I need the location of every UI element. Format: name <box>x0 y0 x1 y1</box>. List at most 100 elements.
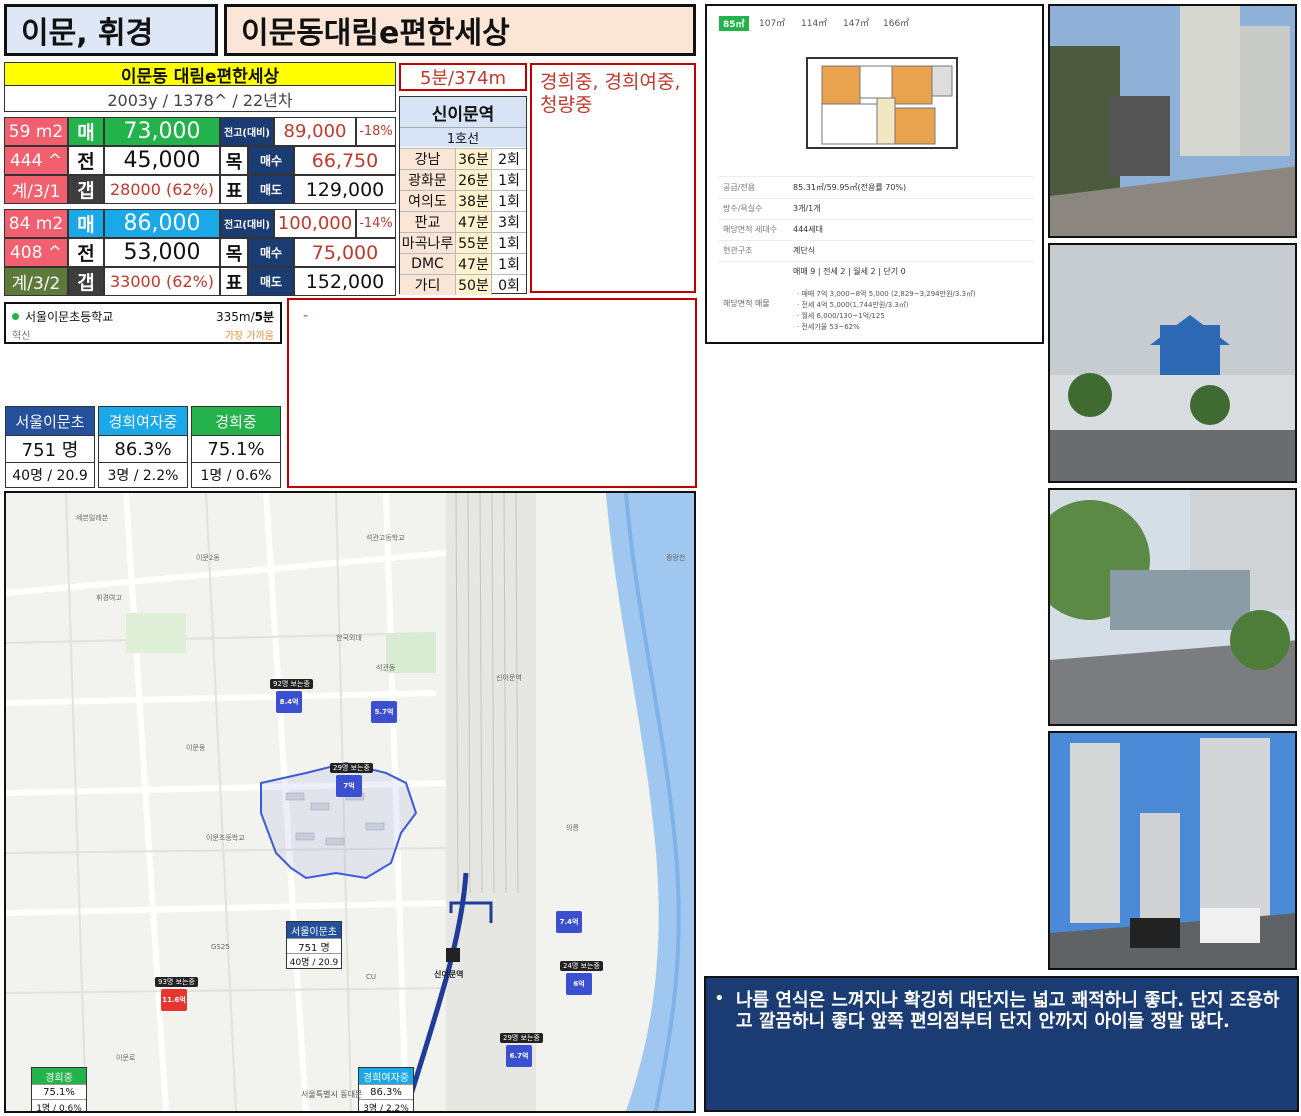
unit-peak-label: 전고(대비) <box>220 117 274 146</box>
map-panel[interactable]: 신이문역 세븐일레븐 이문2동 휘경여고 이문초등학교 석관고등학교 한국외대 … <box>4 491 696 1113</box>
unit-sale-price: 86,000 <box>104 209 220 238</box>
photo-parking-lot <box>1048 731 1297 970</box>
summary-title: 이문동 대림e편한세상 <box>4 62 396 86</box>
fp-tab[interactable]: 147㎡ <box>843 16 869 29</box>
station-time: 47분 <box>456 211 492 232</box>
unit-buy-label: 매수 <box>248 238 294 267</box>
photo-building <box>1048 243 1297 483</box>
station-dest: 강남 <box>400 148 456 169</box>
fp-listing-detail: · 전세 4억 5,000(1,744만원/3.3㎡) <box>797 301 909 309</box>
unit-buy-price: 75,000 <box>294 238 396 267</box>
unit-gap-value: 33000 (62%) <box>104 267 220 296</box>
review-text: 나름 연식은 느껴지나 확깅히 대단지는 넓고 쾌적하니 좋다. 단지 조용하고… <box>736 990 1280 1032</box>
map-place-label: 이문동 <box>186 744 206 752</box>
school-stat-card: 경희여자중 86.3% 3명 / 2.2% <box>98 406 188 488</box>
station-time: 26분 <box>456 169 492 190</box>
map-place-label: CU <box>366 973 377 981</box>
map-place-label: 이문2동 <box>196 554 220 562</box>
map-school-card[interactable]: 서울이문초 751 명 40명 / 20.9 <box>286 921 342 969</box>
map-school-detail: 40명 / 20.9 <box>287 953 341 968</box>
map-place-label: 석관고등학교 <box>366 534 405 542</box>
map-price-marker[interactable]: 8.4억 <box>276 691 302 713</box>
unit-sale_label: 매 <box>68 209 104 238</box>
fp-row-label: 현관구조 <box>723 246 753 255</box>
map-school-value: 75.1% <box>32 1084 86 1099</box>
fp-tab[interactable]: 107㎡ <box>759 16 785 29</box>
unit-peak-diff: -18% <box>356 117 396 146</box>
fp-tab[interactable]: 166㎡ <box>883 16 909 29</box>
school-stat-detail: 3명 / 2.2% <box>99 462 187 487</box>
unit-gap_label: 갭 <box>68 267 104 296</box>
fp-tab[interactable]: 85㎡ <box>719 16 749 31</box>
station-dest: 판교 <box>400 211 456 232</box>
map-marker-viewers: 29명 보는중 <box>330 763 373 773</box>
station-time: 55분 <box>456 232 492 253</box>
unit-structure: 계/3/1 <box>4 175 68 204</box>
school-stat-name: 경희여자중 <box>99 407 187 435</box>
map-school-name: 경희중 <box>32 1068 86 1084</box>
map-copyright: 서울특별시 동대문 <box>301 1090 363 1099</box>
map-school-card[interactable]: 경희여자중 86.3% 3명 / 2.2% <box>358 1067 414 1111</box>
summary-info: 2003y / 1378^ / 22년차 <box>4 86 396 112</box>
map-station-label: 신이문역 <box>434 970 464 979</box>
fp-listing-counts: 매매 9 | 전세 2 | 월세 2 | 단기 0 <box>793 267 906 276</box>
station-transfer: 1회 <box>492 169 526 190</box>
map-place-label: 이문초등학교 <box>206 834 245 842</box>
school-dot-icon <box>12 313 19 320</box>
fp-listing-detail: · 매매 7억 3,000~8억 5,000 (2,829~3,294만원/3.… <box>797 290 976 298</box>
photo-parking-entrance <box>1048 488 1297 726</box>
unit-households: 408 ^ <box>4 238 68 267</box>
unit-buy-label: 매수 <box>248 146 294 175</box>
photo-entrance <box>1048 4 1297 238</box>
fp-row-divider <box>717 219 1035 220</box>
complex-title: 이문동대림e편한세상 <box>224 4 696 56</box>
unit-size: 84 m2 <box>4 209 68 238</box>
fp-row-divider <box>717 261 1035 262</box>
map-place-label: 의릉 <box>566 824 579 832</box>
school-stat-value: 75.1% <box>192 435 280 462</box>
station-dest: 가디 <box>400 274 456 295</box>
unit-peak-price: 100,000 <box>274 209 356 238</box>
unit-jeonse-price: 45,000 <box>104 146 220 175</box>
map-price-marker[interactable]: 6.7억 <box>506 1045 532 1067</box>
unit-target-label: 목 <box>220 146 248 175</box>
map-marker-viewers: 93명 보는중 <box>155 977 198 987</box>
map-school-name: 경희여자중 <box>359 1068 413 1084</box>
fp-tab[interactable]: 114㎡ <box>801 16 827 29</box>
unit-jeonse_label: 전 <box>68 146 104 175</box>
school-stat-value: 86.3% <box>99 435 187 462</box>
schools-note: 경희중, 경희여중, 청량중 <box>530 63 696 293</box>
school-stat-value: 751 명 <box>6 435 94 462</box>
map-price-marker[interactable]: 11.6억 <box>161 989 187 1011</box>
map-place-label: 신이문역 <box>496 674 522 682</box>
map-place-label: 세븐일레븐 <box>76 514 109 522</box>
unit-sale_label: 매 <box>68 117 104 146</box>
map-price-marker[interactable]: 7.4억 <box>556 911 582 933</box>
unit-peak-diff: -14% <box>356 209 396 238</box>
map-place-label: 한국외대 <box>336 634 362 642</box>
map-price-marker[interactable]: 6억 <box>566 973 592 995</box>
floorplan-diagram <box>806 57 958 149</box>
unit-jeonse-price: 53,000 <box>104 238 220 267</box>
unit-peak-label: 전고(대비) <box>220 209 274 238</box>
map-place-label: GS25 <box>211 943 230 951</box>
map-price-marker[interactable]: 7억 <box>336 775 362 797</box>
school-info-box: 서울이문초등학교 335m/5분 혁신 가장 가까움 <box>4 302 282 344</box>
map-place-label: 중랑천 <box>666 554 686 562</box>
unit-buy-price: 66,750 <box>294 146 396 175</box>
station-dest: DMC <box>400 253 456 274</box>
station-dest: 여의도 <box>400 190 456 211</box>
map-marker-viewers: 29명 보는중 <box>500 1033 543 1043</box>
unit-size: 59 m2 <box>4 117 68 146</box>
map-school-card[interactable]: 경희중 75.1% 1명 / 0.6% <box>31 1067 87 1111</box>
station-time: 36분 <box>456 148 492 169</box>
memo-box: - <box>287 298 697 488</box>
fp-listing-detail: · 전세가율 53~62% <box>797 323 860 331</box>
map-marker-viewers: 92명 보는중 <box>270 679 313 689</box>
map-price-marker[interactable]: 5.7억 <box>371 701 397 723</box>
station-name: 신이문역 <box>400 97 526 127</box>
unit-sell-label: 매도 <box>248 267 294 296</box>
school-info-walk: 5분 <box>254 310 274 324</box>
fp-row-divider <box>717 198 1035 199</box>
map-place-label: 이문로 <box>116 1054 136 1062</box>
